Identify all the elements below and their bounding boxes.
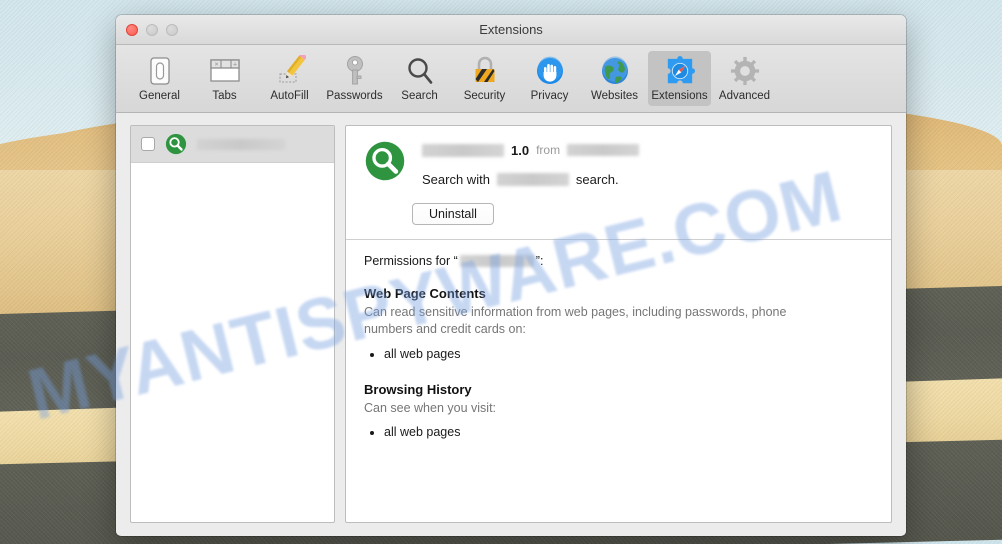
permission-title: Browsing History	[364, 381, 472, 397]
description-prefix: Search with	[422, 172, 490, 187]
permission-items: all web pages	[384, 423, 873, 442]
extension-name-redacted	[422, 143, 504, 157]
permissions-heading-suffix: ”:	[535, 254, 544, 268]
toolbar-item-search[interactable]: Search	[388, 51, 451, 106]
advanced-icon	[730, 54, 760, 88]
permission-subtitle: Can see when you visit:	[364, 400, 497, 415]
window-titlebar[interactable]: Extensions	[116, 15, 906, 45]
toolbar-label-passwords: Passwords	[326, 90, 383, 102]
toolbar-label-extensions: Extensions	[651, 90, 708, 102]
tabs-icon: × +	[209, 54, 241, 88]
extension-detail-panel: 1.0 from Search with search. Uninstall P…	[345, 125, 892, 523]
toolbar-item-extensions[interactable]: Extensions	[648, 51, 711, 106]
permission-group-web-page-contents: Web Page Contents Can read sensitive inf…	[364, 286, 873, 364]
toolbar-item-autofill[interactable]: AutoFill	[258, 51, 321, 106]
uninstall-button-area: Uninstall	[346, 199, 891, 225]
toolbar-item-security[interactable]: Security	[453, 51, 516, 106]
autofill-icon	[274, 54, 306, 88]
permission-item: all web pages	[384, 423, 873, 442]
toolbar-label-advanced: Advanced	[718, 90, 771, 102]
toolbar-label-search: Search	[401, 90, 438, 102]
extension-detail-header: 1.0 from Search with search.	[346, 126, 891, 199]
extension-version: 1.0	[511, 142, 530, 158]
toolbar-item-advanced[interactable]: Advanced	[713, 51, 776, 106]
permissions-name-redacted	[459, 255, 534, 267]
green-magnifier-icon	[364, 140, 406, 187]
permissions-heading-prefix: Permissions for “	[364, 254, 458, 268]
extensions-content: 1.0 from Search with search. Uninstall P…	[116, 113, 906, 535]
toolbar-item-tabs[interactable]: × + Tabs	[193, 51, 256, 106]
svg-text:×: ×	[214, 62, 218, 69]
safari-preferences-window: Extensions General × + Tabs AutoFill Pas…	[116, 15, 906, 536]
green-magnifier-icon	[165, 133, 187, 155]
websites-icon	[600, 54, 630, 88]
extension-list-item[interactable]	[131, 126, 334, 163]
toolbar-item-websites[interactable]: Websites	[583, 51, 646, 106]
extension-name-line: 1.0 from	[422, 142, 873, 158]
svg-text:+: +	[233, 62, 237, 69]
toolbar-label-websites: Websites	[590, 90, 639, 102]
extension-detail-text: 1.0 from Search with search.	[422, 140, 873, 187]
description-suffix: search.	[575, 172, 619, 187]
description-value-redacted	[496, 173, 569, 186]
extension-vendor-redacted	[567, 144, 640, 156]
permission-item: all web pages	[384, 345, 873, 364]
toolbar-label-security: Security	[463, 90, 506, 102]
preferences-toolbar: General × + Tabs AutoFill Passwords Sear…	[116, 45, 906, 113]
extensions-icon	[665, 54, 695, 88]
permissions-section: Permissions for “ ”: Web Page Contents C…	[346, 240, 891, 442]
toolbar-item-privacy[interactable]: Privacy	[518, 51, 581, 106]
toolbar-label-general: General	[139, 90, 180, 102]
toolbar-label-privacy: Privacy	[530, 90, 569, 102]
general-icon	[147, 54, 173, 88]
permission-title: Web Page Contents	[364, 286, 486, 301]
uninstall-button[interactable]: Uninstall	[412, 203, 494, 225]
privacy-icon	[535, 54, 565, 88]
permission-group-browsing-history: Browsing History Can see when you visit:…	[364, 382, 873, 443]
security-icon	[471, 54, 499, 88]
extension-from-label: from	[536, 143, 561, 157]
permission-subtitle: Can read sensitive information from web …	[364, 305, 787, 336]
permissions-heading: Permissions for “ ”:	[364, 254, 873, 268]
search-icon	[405, 54, 435, 88]
passwords-icon	[344, 54, 366, 88]
window-title: Extensions	[479, 22, 543, 37]
extension-enable-checkbox[interactable]	[141, 137, 155, 151]
extension-name-redacted	[197, 138, 285, 150]
toolbar-item-general[interactable]: General	[128, 51, 191, 106]
toolbar-label-tabs: Tabs	[212, 90, 237, 102]
extensions-list[interactable]	[130, 125, 335, 523]
toolbar-item-passwords[interactable]: Passwords	[323, 51, 386, 106]
toolbar-label-autofill: AutoFill	[270, 90, 309, 102]
permission-items: all web pages	[384, 345, 873, 364]
extension-description: Search with search.	[422, 172, 873, 187]
